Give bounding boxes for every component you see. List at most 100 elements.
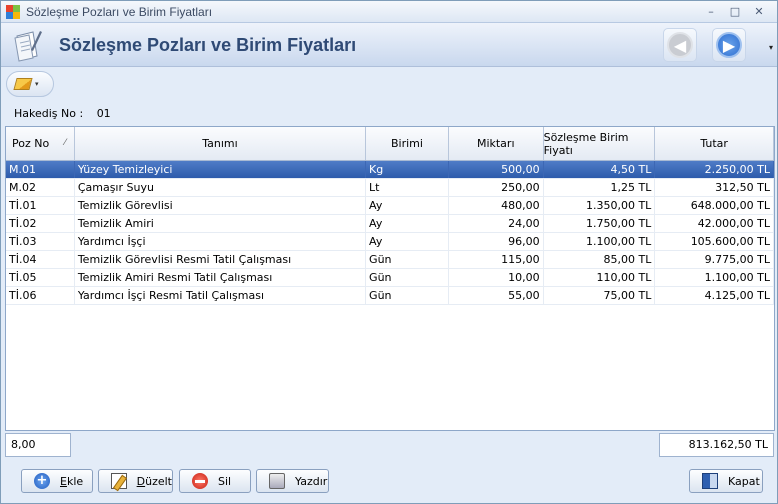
- cell-poz-no: Tİ.05: [6, 269, 75, 286]
- cell-birim-fiyati: 1.750,00 TL: [544, 215, 656, 232]
- table-row[interactable]: Tİ.03 Yardımcı İşçi Ay 96,00 1.100,00 TL 105.…: [6, 233, 775, 251]
- table-row[interactable]: Tİ.04 Temizlik Görevlisi Resmi Tatil Çalı…: [6, 251, 775, 269]
- toolbar: ▾: [1, 68, 777, 100]
- column-header-tutar[interactable]: Tutar: [655, 127, 774, 160]
- cell-tutar: 2.250,00 TL: [655, 161, 775, 178]
- cell-tutar: 42.000,00 TL: [655, 215, 775, 232]
- cell-tutar: 4.125,00 TL: [655, 287, 775, 304]
- cell-poz-no: Tİ.02: [6, 215, 75, 232]
- title-bar: Sözleşme Pozları ve Birim Fiyatları – □ …: [1, 1, 777, 23]
- row-count-summary: 8,00: [5, 433, 71, 457]
- cell-birim-fiyati: 110,00 TL: [544, 269, 656, 286]
- main-window: Sözleşme Pozları ve Birim Fiyatları – □ …: [0, 0, 778, 504]
- cell-tutar: 312,50 TL: [655, 179, 775, 196]
- cell-tanimi: Temizlik Görevlisi: [75, 197, 367, 214]
- hakedis-label: Hakediş No :: [14, 107, 84, 120]
- cell-birim-fiyati: 4,50 TL: [544, 161, 656, 178]
- cell-poz-no: Tİ.04: [6, 251, 75, 268]
- cell-birimi: Ay: [366, 197, 449, 214]
- header-band: Sözleşme Pozları ve Birim Fiyatları ◀ ▶ …: [1, 23, 777, 67]
- printer-icon: [269, 473, 285, 489]
- minimize-button[interactable]: –: [699, 3, 723, 21]
- delete-button[interactable]: Sil: [179, 469, 251, 493]
- forward-arrow-icon: ▶: [716, 32, 742, 58]
- app-icon: [6, 4, 20, 19]
- cell-poz-no: M.01: [6, 161, 75, 178]
- cell-miktari: 480,00: [449, 197, 544, 214]
- column-header-tanimi[interactable]: Tanımı: [75, 127, 367, 160]
- hakedis-info: Hakediş No : 01: [14, 107, 111, 120]
- edit-button-label: Düzelt: [136, 474, 172, 488]
- page-title: Sözleşme Pozları ve Birim Fiyatları: [59, 35, 357, 55]
- document-pencil-icon: [14, 31, 42, 62]
- column-header-miktari[interactable]: Miktarı: [449, 127, 544, 160]
- back-arrow-icon: ◀: [667, 32, 693, 58]
- cell-birim-fiyati: 75,00 TL: [544, 287, 656, 304]
- edit-button[interactable]: Düzelt: [98, 469, 173, 493]
- cell-poz-no: Tİ.03: [6, 233, 75, 250]
- cell-tanimi: Yardımcı İşçi: [75, 233, 367, 250]
- maximize-button[interactable]: □: [723, 3, 747, 21]
- add-button-label: Ekle: [60, 474, 84, 488]
- cell-miktari: 96,00: [449, 233, 544, 250]
- edit-menu-button[interactable]: ▾: [6, 71, 54, 97]
- cell-birimi: Ay: [366, 215, 449, 232]
- column-header-birim-fiyati[interactable]: Sözleşme Birim Fiyatı: [544, 127, 656, 160]
- grid-body: M.01 Yüzey Temizleyici Kg 500,00 4,50 TL 2.25…: [6, 161, 775, 305]
- print-button[interactable]: Yazdır: [256, 469, 329, 493]
- cell-tutar: 648.000,00 TL: [655, 197, 775, 214]
- close-button[interactable]: Kapat: [689, 469, 763, 493]
- add-button[interactable]: + Ekle: [21, 469, 93, 493]
- positions-grid: Poz No ⁄ Tanımı Birimi Miktarı Sözleşme …: [5, 126, 775, 431]
- cell-birim-fiyati: 1.350,00 TL: [544, 197, 656, 214]
- close-button-label: Kapat: [728, 474, 760, 488]
- more-options-icon[interactable]: ▾: [769, 43, 773, 52]
- window-controls: – □ ✕: [699, 3, 771, 21]
- table-row[interactable]: Tİ.05 Temizlik Amiri Resmi Tatil Çalışmas…: [6, 269, 775, 287]
- cell-miktari: 10,00: [449, 269, 544, 286]
- cell-poz-no: Tİ.01: [6, 197, 75, 214]
- forward-button[interactable]: ▶: [712, 28, 746, 62]
- cell-birimi: Lt: [366, 179, 449, 196]
- delete-button-label: Sil: [218, 474, 232, 488]
- cell-tutar: 105.600,00 TL: [655, 233, 775, 250]
- cell-tanimi: Temizlik Görevlisi Resmi Tatil Çalışması: [75, 251, 367, 268]
- table-row[interactable]: M.02 Çamaşır Suyu Lt 250,00 1,25 TL 312,50 TL: [6, 179, 775, 197]
- cell-poz-no: Tİ.06: [6, 287, 75, 304]
- close-window-button[interactable]: ✕: [747, 3, 771, 21]
- total-summary: 813.162,50 TL: [659, 433, 774, 457]
- column-header-poz-no[interactable]: Poz No ⁄: [6, 127, 75, 160]
- cell-tanimi: Temizlik Amiri: [75, 215, 367, 232]
- cell-birimi: Kg: [366, 161, 449, 178]
- cell-miktari: 24,00: [449, 215, 544, 232]
- pencil-icon: [13, 78, 33, 90]
- cell-birim-fiyati: 1.100,00 TL: [544, 233, 656, 250]
- hakedis-value: 01: [96, 107, 111, 120]
- cell-tanimi: Temizlik Amiri Resmi Tatil Çalışması: [75, 269, 367, 286]
- cell-poz-no: M.02: [6, 179, 75, 196]
- print-button-label: Yazdır: [295, 474, 328, 488]
- cell-tanimi: Yardımcı İşçi Resmi Tatil Çalışması: [75, 287, 367, 304]
- cell-birimi: Gün: [366, 269, 449, 286]
- cell-birimi: Ay: [366, 233, 449, 250]
- cell-tanimi: Yüzey Temizleyici: [75, 161, 367, 178]
- cell-birimi: Gün: [366, 251, 449, 268]
- sort-icon: ⁄: [64, 138, 66, 148]
- back-button[interactable]: ◀: [663, 28, 697, 62]
- table-row[interactable]: M.01 Yüzey Temizleyici Kg 500,00 4,50 TL 2.25…: [6, 161, 775, 179]
- edit-icon: [111, 473, 127, 489]
- table-row[interactable]: Tİ.01 Temizlik Görevlisi Ay 480,00 1.350,00 …: [6, 197, 775, 215]
- column-header-birimi[interactable]: Birimi: [366, 127, 449, 160]
- cell-birimi: Gün: [366, 287, 449, 304]
- plus-icon: +: [34, 473, 50, 489]
- window-title: Sözleşme Pozları ve Birim Fiyatları: [26, 4, 213, 19]
- cell-birim-fiyati: 1,25 TL: [544, 179, 656, 196]
- table-row[interactable]: Tİ.06 Yardımcı İşçi Resmi Tatil Çalışması…: [6, 287, 775, 305]
- table-row[interactable]: Tİ.02 Temizlik Amiri Ay 24,00 1.750,00 TL 42.…: [6, 215, 775, 233]
- chevron-down-icon: ▾: [35, 80, 39, 88]
- cell-miktari: 115,00: [449, 251, 544, 268]
- grid-header: Poz No ⁄ Tanımı Birimi Miktarı Sözleşme …: [6, 127, 774, 161]
- cell-tanimi: Çamaşır Suyu: [75, 179, 367, 196]
- cell-tutar: 9.775,00 TL: [655, 251, 775, 268]
- cell-miktari: 250,00: [449, 179, 544, 196]
